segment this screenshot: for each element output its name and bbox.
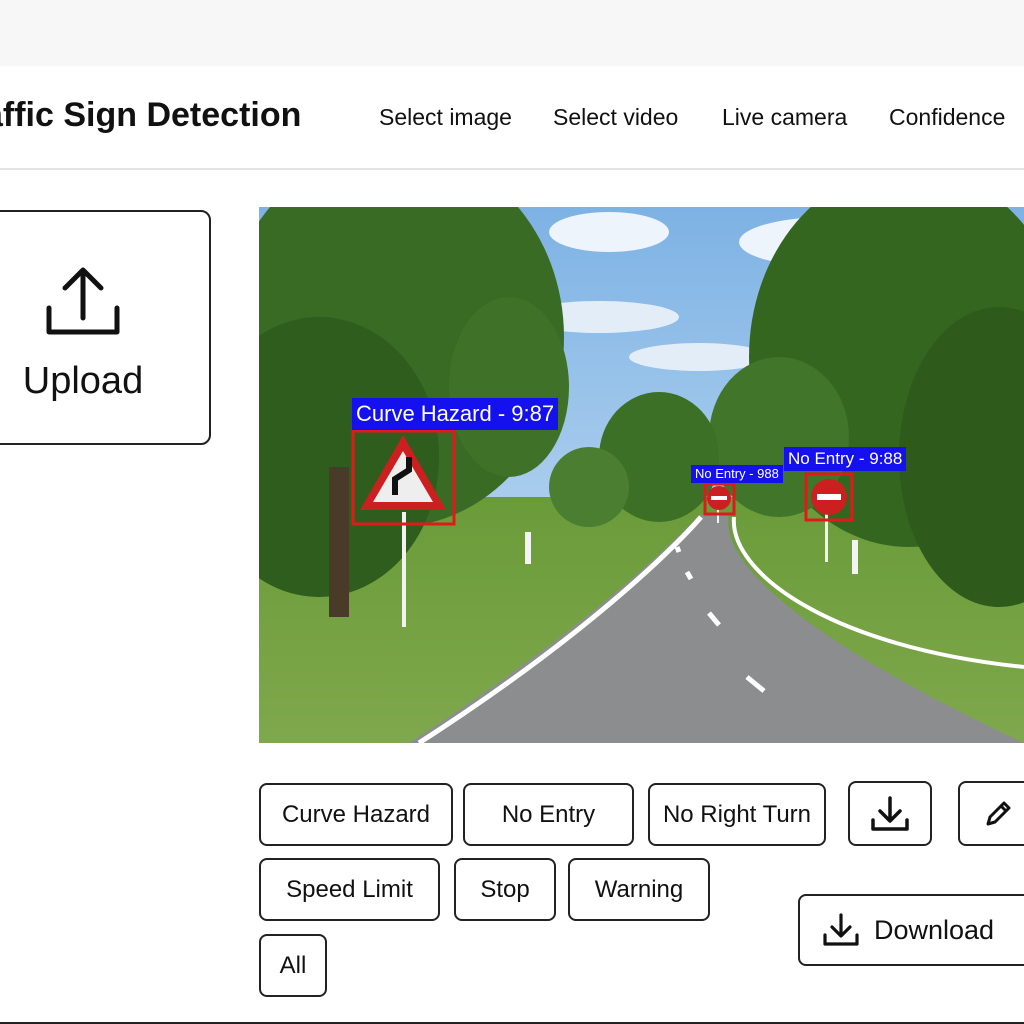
upload-label: Upload (22, 360, 144, 402)
road-scene (259, 207, 1024, 743)
detection-label: Curve Hazard - 9:87 (352, 398, 559, 430)
nav-select-image[interactable]: Select image (379, 104, 512, 131)
no-entry-sign-far (707, 486, 731, 510)
filter-warning[interactable]: Warning (568, 858, 710, 921)
filter-stop[interactable]: Stop (454, 858, 556, 921)
filter-label: Stop (480, 875, 530, 903)
download-button[interactable]: Download (798, 894, 1024, 966)
filter-label: Curve Hazard (281, 800, 431, 828)
detection-label: No Entry - 988 (691, 465, 783, 483)
nav-live-camera[interactable]: Live camera (722, 104, 847, 131)
nav-select-video[interactable]: Select video (553, 104, 678, 131)
download-icon (871, 795, 909, 831)
filter-no-entry[interactable]: No Entry (463, 783, 634, 846)
download-icon-button[interactable] (848, 781, 932, 846)
filter-all[interactable]: All (259, 934, 327, 997)
page-title: affic Sign Detection (0, 96, 302, 134)
edit-button[interactable] (958, 781, 1024, 846)
browser-top-bar (0, 0, 1024, 66)
filter-label: Speed Limit (286, 875, 413, 903)
nav-confidence[interactable]: Confidence (889, 104, 1005, 131)
filter-label: Warning (594, 875, 684, 903)
filter-label: No Right Turn (662, 800, 812, 828)
no-entry-sign-near (811, 479, 847, 515)
download-label: Download (874, 914, 995, 945)
detection-label: No Entry - 9:88 (784, 447, 907, 471)
filter-speed-limit[interactable]: Speed Limit (259, 858, 440, 921)
filter-label: No Entry (501, 800, 596, 828)
detection-image: Curve Hazard - 9:87 No Entry - 988 No En… (259, 207, 1024, 743)
download-icon (823, 913, 859, 946)
filter-label: All (279, 951, 307, 979)
upload-icon (46, 267, 120, 335)
filter-curve-hazard[interactable]: Curve Hazard (259, 783, 453, 846)
pencil-icon (986, 801, 1011, 825)
filter-no-right-turn[interactable]: No Right Turn (648, 783, 826, 846)
